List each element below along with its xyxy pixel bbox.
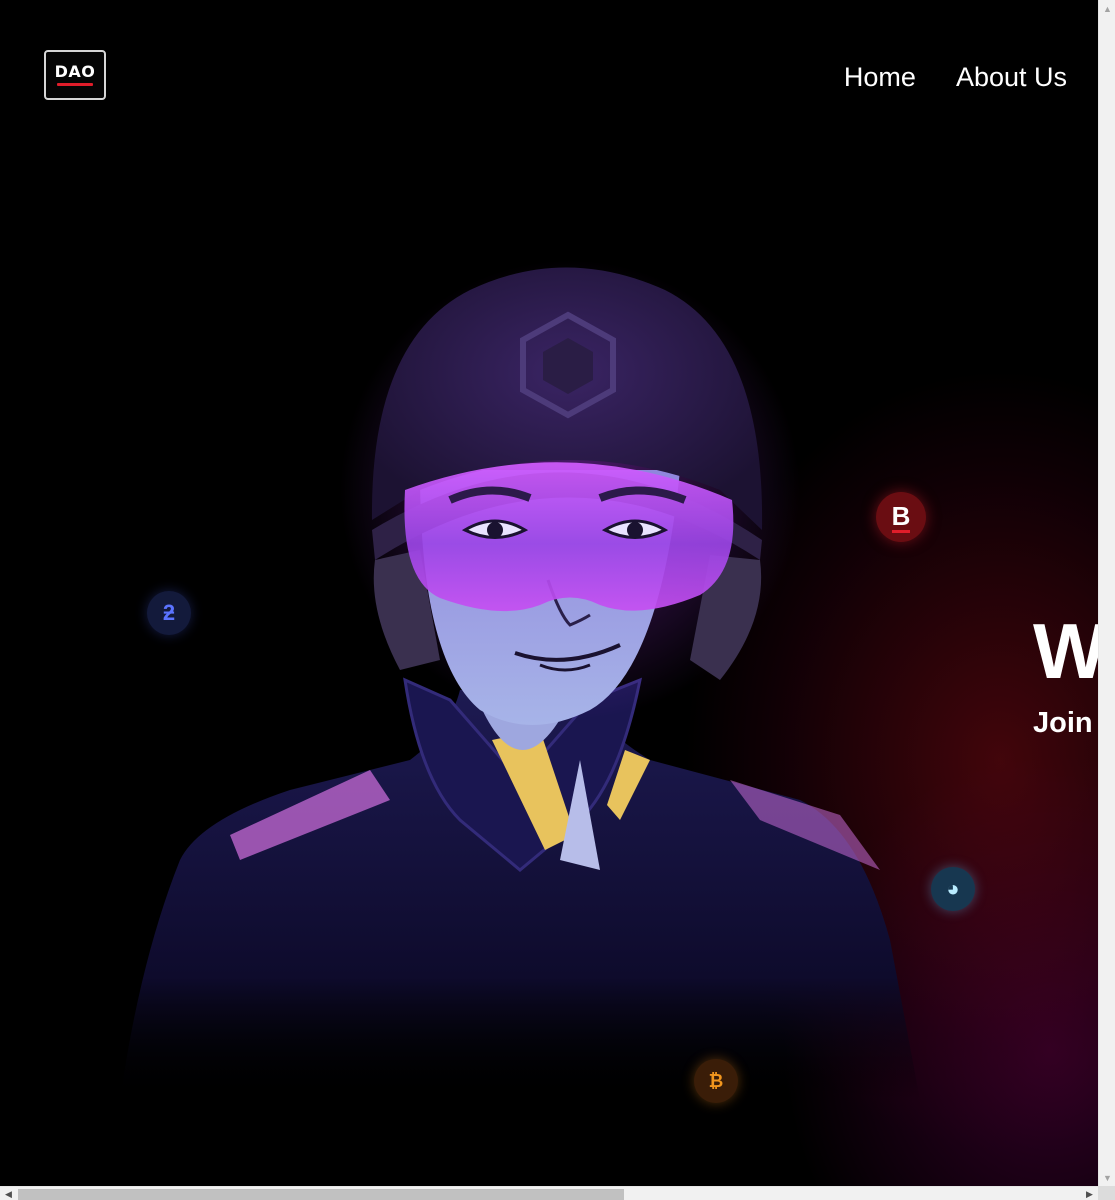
cyan-crypto-coin-icon: ◕ (931, 867, 975, 911)
hero-headline: W (1033, 607, 1098, 695)
dao-logo[interactable]: DAO (44, 50, 106, 100)
main-nav: Home About Us (844, 62, 1067, 93)
page-viewport: DAO Home About Us ƻ B ◕ ₿ W Join (0, 0, 1098, 1186)
scroll-up-arrow-icon[interactable]: ▲ (1099, 0, 1115, 17)
horizontal-scrollbar-thumb[interactable] (18, 1189, 624, 1200)
logo-underline (57, 83, 93, 86)
blue-coin-glyph: ƻ (162, 600, 176, 625)
bitcoin-coin-icon: ₿ (694, 1059, 738, 1103)
red-coin-underline (892, 530, 910, 533)
nav-home-link[interactable]: Home (844, 62, 916, 93)
cyan-coin-glyph: ◕ (946, 876, 960, 901)
horizontal-scrollbar[interactable]: ◀ ▶ (0, 1186, 1098, 1200)
scroll-right-arrow-icon[interactable]: ▶ (1081, 1187, 1098, 1200)
hero-subheadline: Join (1033, 707, 1093, 739)
bitcoin-coin-glyph: ₿ (708, 1070, 724, 1091)
hero-character-illustration (120, 260, 920, 1100)
vertical-scrollbar[interactable]: ▲ ▼ (1098, 0, 1115, 1186)
red-b-coin-icon: B (876, 492, 926, 542)
logo-text: DAO (54, 62, 96, 81)
scrollbar-corner (1098, 1186, 1115, 1200)
scroll-left-arrow-icon[interactable]: ◀ (0, 1187, 17, 1200)
nav-about-us-link[interactable]: About Us (956, 62, 1067, 93)
scroll-down-arrow-icon[interactable]: ▼ (1099, 1169, 1115, 1186)
red-coin-glyph: B (891, 501, 911, 531)
blue-crypto-coin-icon: ƻ (147, 591, 191, 635)
